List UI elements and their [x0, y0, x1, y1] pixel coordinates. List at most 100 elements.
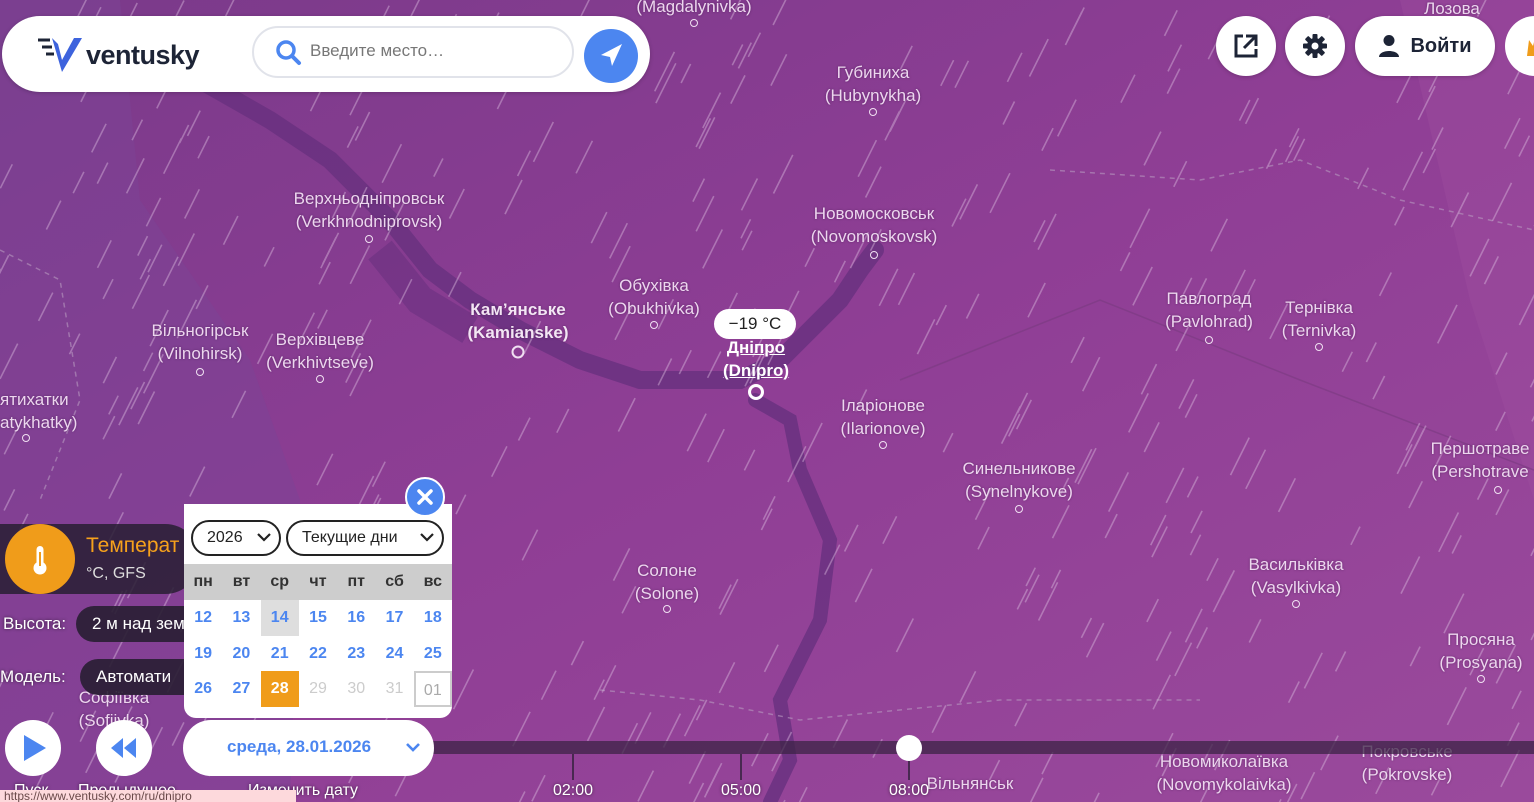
- play-button[interactable]: [5, 720, 61, 776]
- temperature-bubble[interactable]: −19 °C: [714, 309, 796, 339]
- play-icon: [24, 735, 46, 761]
- login-button[interactable]: Войти: [1355, 16, 1495, 76]
- layer-icon-button[interactable]: [5, 524, 75, 594]
- city-label[interactable]: Вільнянськ: [927, 772, 1014, 795]
- city-dot[interactable]: [1477, 675, 1485, 683]
- weekday: вс: [423, 573, 442, 590]
- weekday: сб: [385, 573, 404, 590]
- calendar-day[interactable]: 13: [222, 600, 260, 636]
- city-label[interactable]: Просяна (Prosyana): [1439, 628, 1522, 674]
- premium-button[interactable]: [1505, 16, 1534, 76]
- layer-title[interactable]: Температ: [86, 534, 179, 558]
- status-bar-url: https://www.ventusky.com/ru/dnipro: [0, 790, 296, 802]
- city-dot[interactable]: [1292, 600, 1300, 608]
- city-label[interactable]: Новомиколаївка (Novomykolaivka): [1156, 750, 1291, 796]
- thermometer-icon: [33, 546, 47, 575]
- calendar-day[interactable]: 16: [337, 600, 375, 636]
- timeline-track[interactable]: [430, 741, 1534, 754]
- city-dot[interactable]: [690, 19, 698, 27]
- city-dot[interactable]: [650, 321, 658, 329]
- chevron-down-icon: [257, 533, 271, 542]
- weekday-header: пн вт ср чт пт сб вс: [184, 564, 452, 600]
- calendar-day-selected[interactable]: 28: [260, 671, 299, 707]
- city-dot[interactable]: [869, 108, 877, 116]
- search-input[interactable]: [308, 40, 552, 62]
- calendar-day[interactable]: 12: [184, 600, 222, 636]
- timeline-tick-label: 02:00: [552, 782, 594, 799]
- city-label[interactable]: Новомосковськ (Novomoskovsk): [811, 202, 938, 248]
- timeline-tick-label: 08:00: [888, 782, 930, 799]
- calendar-day[interactable]: 20: [222, 636, 260, 672]
- city-label[interactable]: Верхівцеве (Verkhivtseve): [266, 328, 374, 374]
- brand-name: ventusky: [86, 39, 200, 70]
- city-label[interactable]: Першотраве (Pershotrave: [1431, 437, 1530, 483]
- city-dot[interactable]: [870, 251, 878, 259]
- selected-city-marker[interactable]: [748, 384, 764, 400]
- year-select[interactable]: 2026: [191, 520, 281, 556]
- city-label[interactable]: Обухівка (Obukhivka): [608, 274, 700, 320]
- city-label[interactable]: Кам’янське (Kamianske): [467, 298, 568, 344]
- date-picker-button[interactable]: среда, 28.01.2026: [183, 720, 434, 776]
- search-icon: [276, 40, 301, 65]
- city-dot[interactable]: [1315, 343, 1323, 351]
- city-label[interactable]: Васильківка (Vasylkivka): [1248, 553, 1343, 599]
- calendar-day-next-month: 01: [413, 671, 452, 707]
- city-label[interactable]: Синельникове (Synelnykove): [962, 457, 1075, 503]
- range-select[interactable]: Текущие дни: [286, 520, 444, 556]
- layer-subtitle: °C, GFS: [86, 565, 146, 582]
- timeline-tick: [740, 754, 742, 780]
- calendar-day[interactable]: 23: [337, 636, 375, 672]
- ventusky-logo-icon: [38, 38, 82, 72]
- city-label[interactable]: Вільногірськ (Vilnohirsk): [152, 319, 249, 365]
- user-icon: [1379, 35, 1400, 57]
- city-dot[interactable]: [1494, 486, 1502, 494]
- city-label[interactable]: Солоне (Solone): [635, 559, 699, 605]
- weekday: пт: [347, 573, 366, 590]
- settings-button[interactable]: [1285, 16, 1345, 76]
- calendar-grid: 12 13 14 15 16 17 18 19 20 21 22 23 24 2…: [184, 600, 452, 707]
- ventusky-logo[interactable]: ventusky: [36, 36, 200, 74]
- calendar-day[interactable]: 22: [299, 636, 337, 672]
- calendar-day[interactable]: 24: [375, 636, 413, 672]
- navigation-arrow-icon: [601, 44, 622, 66]
- top-search-bar: ventusky: [2, 16, 650, 92]
- calendar-close-button[interactable]: [405, 477, 445, 517]
- calendar-day-today[interactable]: 14: [260, 600, 299, 636]
- search-box[interactable]: [252, 26, 574, 78]
- city-label[interactable]: Іларіонове (Ilarionove): [840, 394, 925, 440]
- city-dot[interactable]: [196, 368, 204, 376]
- model-label: Модель:: [0, 667, 66, 686]
- calendar-day[interactable]: 15: [299, 600, 337, 636]
- city-label[interactable]: Верхньодніпровськ (Verkhnodniprovsk): [294, 187, 445, 233]
- selected-date: среда, 28.01.2026: [227, 737, 372, 756]
- city-dot[interactable]: [879, 441, 887, 449]
- calendar-day[interactable]: 26: [184, 671, 222, 707]
- city-dot[interactable]: [316, 375, 324, 383]
- geolocate-button[interactable]: [584, 29, 638, 83]
- calendar-day-disabled: 30: [347, 680, 366, 697]
- calendar-day[interactable]: 25: [414, 636, 452, 672]
- calendar-day[interactable]: 17: [375, 600, 413, 636]
- city-dot[interactable]: [1205, 336, 1213, 344]
- city-label[interactable]: Тернівка (Ternivka): [1282, 296, 1357, 342]
- city-dot[interactable]: [365, 235, 373, 243]
- calendar-day[interactable]: 21: [261, 636, 299, 672]
- login-label: Войти: [1410, 34, 1472, 57]
- city-dot[interactable]: [511, 345, 525, 359]
- weekday: ср: [270, 573, 290, 590]
- city-label[interactable]: Павлоград (Pavlohrad): [1165, 287, 1253, 333]
- city-dot[interactable]: [22, 434, 30, 442]
- city-label[interactable]: ятихатки atykhatky): [0, 388, 77, 434]
- timeline-knob[interactable]: [896, 735, 922, 761]
- city-label[interactable]: Губиниха (Hubynykha): [825, 61, 921, 107]
- calendar-day[interactable]: 19: [184, 636, 222, 672]
- selected-city-label[interactable]: Дніпро (Dnipro): [723, 336, 789, 382]
- calendar-day[interactable]: 27: [222, 671, 260, 707]
- rewind-icon: [111, 738, 136, 758]
- previous-button[interactable]: [96, 720, 152, 776]
- city-dot[interactable]: [1015, 505, 1023, 513]
- city-dot[interactable]: [663, 605, 671, 613]
- calendar-day[interactable]: 18: [414, 600, 452, 636]
- city-label[interactable]: (Magdalynivka): [636, 0, 751, 18]
- share-button[interactable]: [1216, 16, 1276, 76]
